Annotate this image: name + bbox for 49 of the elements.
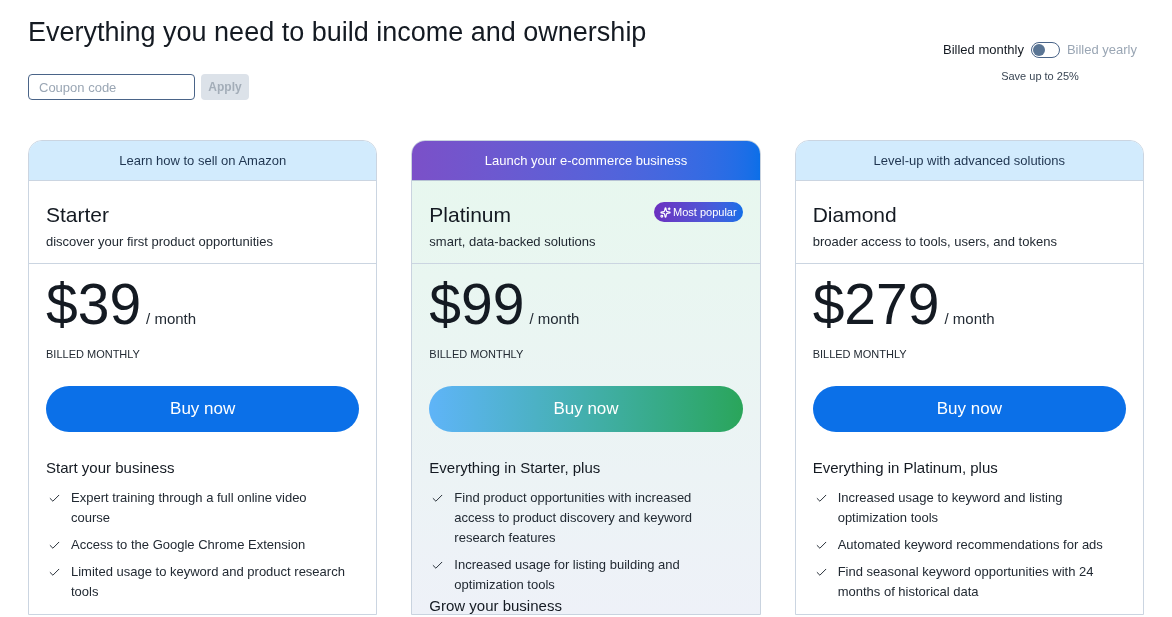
feature-text: Limited usage to keyword and product research tools bbox=[71, 563, 346, 601]
check-icon bbox=[814, 539, 828, 552]
feature-text: Automated keyword recommendations for ads bbox=[837, 536, 1103, 554]
billing-toggle[interactable] bbox=[1030, 41, 1060, 58]
plan-description: discover your first product opportunities bbox=[46, 233, 274, 251]
check-icon bbox=[431, 492, 445, 505]
check-icon bbox=[814, 566, 828, 579]
sparkles-icon bbox=[660, 206, 672, 218]
page-heading: Everything you need to build income and ownership bbox=[28, 16, 647, 49]
feature-text: Access to the Google Chrome Extension bbox=[71, 536, 306, 554]
coupon-code-field[interactable]: Coupon code bbox=[28, 74, 195, 100]
price-period: / month bbox=[944, 309, 995, 329]
price-period: / month bbox=[146, 309, 197, 329]
plan-price: $279 bbox=[812, 276, 940, 332]
buy-now-button[interactable]: Buy now bbox=[429, 386, 743, 432]
check-icon bbox=[431, 559, 445, 572]
feature-text: Find seasonal keyword opportunities with 24 months of historical data bbox=[837, 563, 1095, 601]
plan-name: Diamond bbox=[812, 202, 897, 228]
feature-group-heading: Start your business bbox=[46, 458, 176, 478]
buy-now-button[interactable]: Buy now bbox=[46, 386, 360, 432]
check-icon bbox=[814, 492, 828, 505]
check-icon bbox=[48, 566, 61, 579]
plan-description: broader access to tools, users, and tokens bbox=[812, 233, 1058, 251]
check-icon bbox=[48, 539, 61, 552]
plan-tagline-banner: Learn how to sell on Amazon bbox=[29, 141, 377, 181]
plan-tagline-banner: Launch your e-commerce business bbox=[412, 141, 760, 181]
feature-group-heading: Everything in Starter, plus bbox=[429, 458, 602, 478]
billing-note: BILLED MONTHLY bbox=[429, 347, 525, 362]
feature-group-heading: Everything in Platinum, plus bbox=[812, 458, 999, 478]
plan-name: Platinum bbox=[429, 202, 512, 228]
billed-monthly-label[interactable]: Billed monthly bbox=[942, 40, 1024, 60]
plan-price: $39 bbox=[46, 276, 142, 332]
plan-price: $99 bbox=[429, 276, 525, 332]
check-icon bbox=[48, 492, 61, 505]
feature-text: Find product opportunities with increased access to product discovery and keyword research features bbox=[454, 489, 694, 547]
price-period: / month bbox=[529, 309, 580, 329]
buy-now-button[interactable]: Buy now bbox=[812, 386, 1126, 432]
most-popular-badge: Most popular bbox=[654, 202, 743, 222]
savings-note: Save up to 25% bbox=[1001, 68, 1079, 84]
billing-note: BILLED MONTHLY bbox=[812, 347, 908, 362]
feature-text: Increased usage to keyword and listing optimization tools bbox=[837, 489, 1064, 527]
feature-group-heading: Grow your business bbox=[429, 597, 563, 614]
plan-description: smart, data-backed solutions bbox=[429, 233, 597, 251]
feature-text: Increased usage for listing building and optimization tools bbox=[454, 556, 681, 594]
billing-note: BILLED MONTHLY bbox=[46, 347, 141, 362]
feature-text: Expert training through a full online video course bbox=[71, 489, 308, 527]
plan-name: Starter bbox=[46, 202, 110, 228]
plan-tagline-banner: Level-up with advanced solutions bbox=[795, 141, 1143, 181]
billed-yearly-label[interactable]: Billed yearly bbox=[1066, 40, 1137, 60]
